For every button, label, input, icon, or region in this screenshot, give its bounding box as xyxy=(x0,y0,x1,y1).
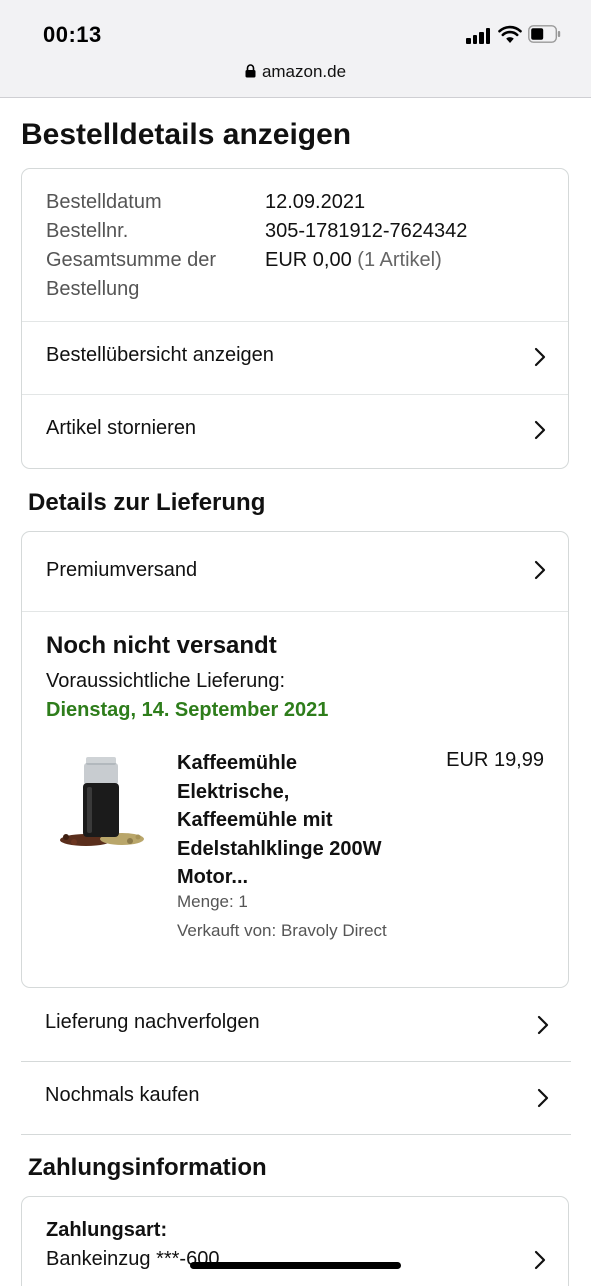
cancel-items-row[interactable]: Artikel stornieren xyxy=(22,394,568,469)
home-indicator[interactable] xyxy=(190,1262,401,1269)
order-item-count: (1 Artikel) xyxy=(357,249,442,271)
chevron-right-icon xyxy=(534,347,546,367)
expected-delivery-date: Dienstag, 14. September 2021 xyxy=(46,699,329,721)
order-total-label: Gesamtsumme der Bestellung xyxy=(46,246,216,304)
shipment-section: Noch nicht versandt Voraussichtliche Lie… xyxy=(22,611,568,988)
delivery-card: Premiumversand Noch nicht versandt Vorau… xyxy=(21,531,569,988)
product-image[interactable] xyxy=(56,747,146,847)
address-bar[interactable]: amazon.de xyxy=(0,62,591,82)
order-total-label-line1: Gesamtsumme der xyxy=(46,249,217,271)
chevron-right-icon xyxy=(534,1250,546,1270)
payment-method-label: Zahlungsart: xyxy=(46,1219,168,1241)
chevron-right-icon xyxy=(534,420,546,440)
buy-again-row[interactable]: Nochmals kaufen xyxy=(21,1062,571,1135)
chevron-right-icon xyxy=(537,1015,549,1035)
wifi-icon xyxy=(498,25,522,43)
product-name-line: Kaffeemühle mit xyxy=(177,809,333,831)
shipment-status: Noch nicht versandt xyxy=(46,632,277,659)
battery-icon xyxy=(528,25,561,43)
status-bar: 00:13 amazon.de xyxy=(0,0,591,98)
product-name-line: Edelstahlklinge 200W xyxy=(177,837,382,860)
chevron-right-icon xyxy=(537,1088,549,1108)
url-text: amazon.de xyxy=(261,62,347,81)
shipping-method-row[interactable]: Premiumversand xyxy=(22,532,568,611)
page-title: Bestelldetails anzeigen xyxy=(21,118,352,151)
order-total-value: EUR 0,00 (1 Artikel) xyxy=(265,246,442,275)
product-seller: Verkauft von: Bravoly Direct xyxy=(177,921,387,940)
view-order-summary-row[interactable]: Bestellübersicht anzeigen xyxy=(22,321,568,395)
track-delivery-row[interactable]: Lieferung nachverfolgen xyxy=(21,989,571,1062)
delivery-heading: Details zur Lieferung xyxy=(28,489,266,516)
product-quantity: Menge: 1 xyxy=(177,892,248,911)
product-name-line: Motor... xyxy=(177,866,249,888)
product-name-line: Kaffeemühle xyxy=(177,752,298,774)
order-date-label: Bestelldatum xyxy=(46,191,162,213)
lock-icon xyxy=(245,63,256,78)
signal-icon xyxy=(466,28,494,44)
product-name-line: Elektrische, xyxy=(177,780,290,803)
chevron-right-icon xyxy=(534,560,546,580)
payment-heading: Zahlungsinformation xyxy=(28,1154,267,1181)
track-delivery-label: Lieferung nachverfolgen xyxy=(45,1011,260,1033)
buy-again-label: Nochmals kaufen xyxy=(45,1084,200,1106)
order-total-label-line2: Bestellung xyxy=(46,278,140,300)
order-number-label: Bestellnr. xyxy=(46,220,129,242)
order-date-value: 12.09.2021 xyxy=(265,191,366,213)
status-time: 00:13 xyxy=(43,22,102,47)
expected-delivery-label: Voraussichtliche Lieferung: xyxy=(46,670,286,692)
order-total-amount: EUR 0,00 xyxy=(265,249,352,271)
shipping-method-label: Premiumversand xyxy=(46,559,198,581)
view-order-summary-label: Bestellübersicht anzeigen xyxy=(46,344,274,366)
order-info-card: Bestelldatum 12.09.2021 Bestellnr. 305-1… xyxy=(21,168,569,469)
product-price: EUR 19,99 xyxy=(446,749,544,771)
cancel-items-label: Artikel stornieren xyxy=(46,417,197,439)
payment-card[interactable]: Zahlungsart: Bankeinzug ***-600 xyxy=(21,1196,569,1286)
order-number-value: 305-1781912-7624342 xyxy=(265,220,468,242)
product-name[interactable]: Kaffeemühle Elektrische, Kaffeemühle mit… xyxy=(177,749,422,892)
